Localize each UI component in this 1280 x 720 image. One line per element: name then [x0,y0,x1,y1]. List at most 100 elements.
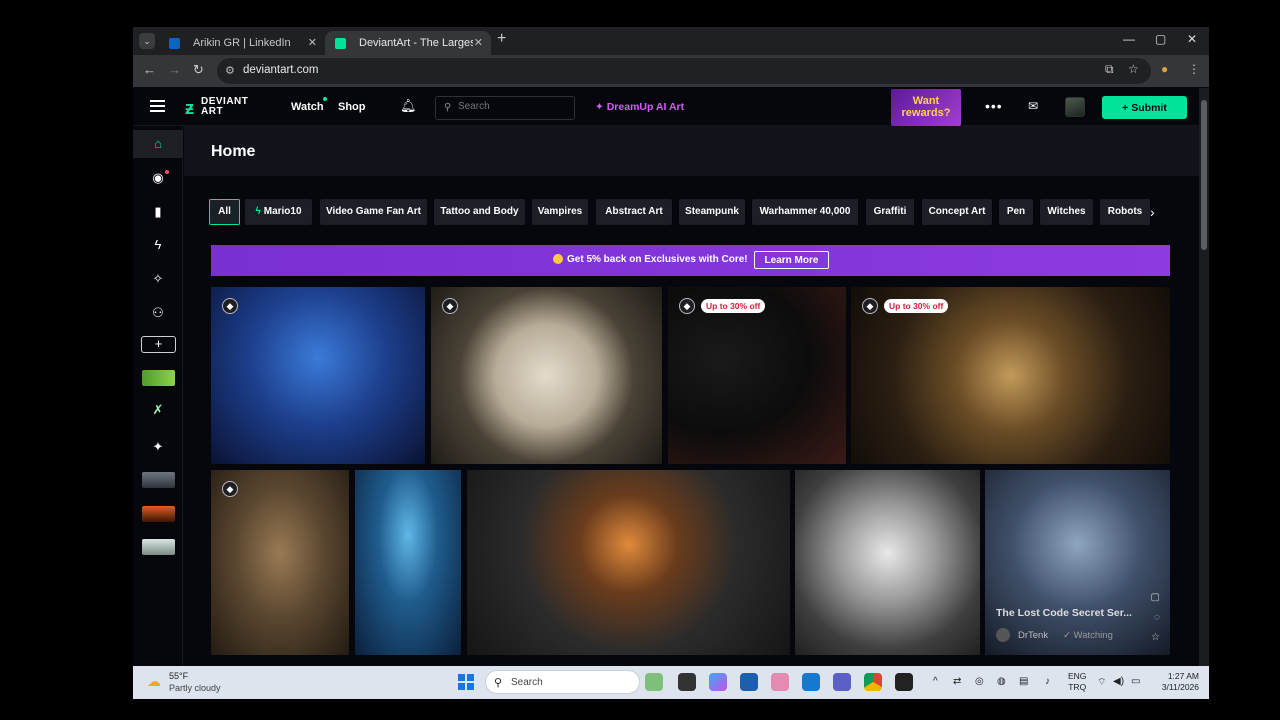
groups-icon[interactable]: ⚇ [133,299,183,327]
tab-linkedin[interactable]: Arikin GR | LinkedIn ✕ [159,31,325,55]
mail-icon[interactable]: ✉ [1028,99,1038,113]
artwork-featured[interactable]: The Lost Code Secret Ser... DrTenk ✓ Wat… [985,470,1170,655]
shop-link[interactable]: Shop [338,101,366,113]
artwork-thumb[interactable]: ◆ [431,287,662,464]
tab-search-button[interactable]: ⌄ [139,33,155,49]
favorite-star-icon[interactable]: ☆ [1151,632,1160,643]
artwork-thumb[interactable]: ◆ Up to 30% off [668,287,846,464]
clock[interactable]: 1:27 AM 3/11/2026 [1161,671,1199,693]
bolt-icon[interactable]: ϟ [133,231,183,259]
reload-icon[interactable]: ↻ [193,62,204,78]
chip-pen[interactable]: Pen [999,199,1033,225]
search-field[interactable]: ⚲ [435,96,575,120]
close-tab-icon[interactable]: ✕ [308,31,317,55]
watch-link[interactable]: Watch [291,101,324,113]
eye-icon[interactable]: ◉ [133,164,183,192]
chip-abstract-art[interactable]: Abstract Art [596,199,672,225]
chip-concept-art[interactable]: Concept Art [922,199,992,225]
artwork-thumb[interactable]: ◆ Up to 30% off [851,287,1170,464]
add-group-button[interactable]: + [141,336,176,353]
search-input[interactable] [458,101,568,112]
language-indicator[interactable]: ENG TRQ [1068,671,1086,693]
artwork-thumb[interactable] [467,470,790,655]
artwork-thumb[interactable] [795,470,980,655]
chevron-up-icon[interactable]: ^ [933,676,938,687]
submit-button[interactable]: + Submit [1102,96,1187,119]
chip-tattoo-and-body[interactable]: Tattoo and Body [434,199,525,225]
chip-graffiti[interactable]: Graffiti [866,199,914,225]
taskbar-search[interactable]: ⚲ Search [485,670,640,694]
chip-video-game-fan-art[interactable]: Video Game Fan Art [320,199,427,225]
teams-icon[interactable] [833,673,851,691]
maximize-button[interactable]: ▢ [1155,32,1166,46]
wifi-icon[interactable]: ⌔ [1097,676,1106,689]
chip-warhammer[interactable]: Warhammer 40,000 [752,199,858,225]
tray-icon[interactable]: ⇄ [953,676,961,687]
chrome-icon[interactable] [864,673,882,691]
hamburger-menu-icon[interactable] [150,100,165,112]
tray-icon[interactable]: ◎ [975,676,984,687]
back-icon[interactable]: ← [143,62,156,77]
mic-icon[interactable]: ♪ [1045,676,1050,687]
install-icon[interactable]: ⧉ [1105,62,1114,77]
task-view-icon[interactable] [678,673,696,691]
user-avatar[interactable] [1065,97,1085,117]
comment-icon[interactable]: ▢ [1151,592,1160,603]
bookmark-star-icon[interactable]: ☆ [1128,62,1139,76]
reply-icon[interactable]: ◌ [1154,612,1160,623]
author-avatar[interactable] [996,628,1010,642]
bell-icon[interactable]: 🔔︎ [400,98,417,114]
chevron-right-icon[interactable]: › [1150,204,1155,220]
artwork-thumb[interactable]: ◆ [211,470,349,655]
widgets-icon[interactable] [645,673,663,691]
bookmark-icon[interactable]: ▮ [133,198,183,226]
tab-deviantart[interactable]: DeviantArt - The Largest Online ✕ [325,31,491,55]
profile-icon[interactable]: ● [1161,62,1168,76]
new-tab-button[interactable]: + [497,30,506,48]
group-thumb[interactable] [142,539,175,555]
scroll-thumb[interactable] [1201,100,1207,250]
battery-icon[interactable]: ▭ [1131,676,1140,687]
outlook-icon[interactable] [802,673,820,691]
weather-icon[interactable]: ☁ [147,673,161,690]
dreamup-link[interactable]: ✦ DreamUp AI Art [595,101,684,113]
group-thumb[interactable] [142,506,175,522]
chip-all[interactable]: All [209,199,240,225]
group-thumb[interactable] [142,472,175,488]
chip-steampunk[interactable]: Steampunk [679,199,745,225]
weather-temp[interactable]: 55°F [169,671,188,681]
learn-more-button[interactable]: Learn More [754,251,829,269]
menu-icon[interactable]: ⋮ [1188,62,1200,76]
close-tab-icon[interactable]: ✕ [474,31,483,55]
deviantart-logo-icon[interactable]: ƶ [185,98,194,119]
dreamup-app-icon[interactable]: ✗ [133,396,183,424]
chip-vampires[interactable]: Vampires [532,199,588,225]
tray-icon[interactable]: ◍ [997,676,1006,687]
minimize-button[interactable]: — [1123,32,1135,46]
forward-icon[interactable]: → [168,62,181,77]
address-bar[interactable]: ⚙ deviantart.com [217,58,1151,84]
chip-robots[interactable]: Robots [1100,199,1150,225]
artwork-author[interactable]: DrTenk [1018,630,1048,641]
artwork-thumb[interactable] [355,470,461,655]
more-icon[interactable]: ••• [985,98,1003,114]
artwork-thumb[interactable]: ◆ [211,287,425,464]
tray-icon[interactable]: ▤ [1019,676,1028,687]
deviantart-logo[interactable]: DEVIANT ART [201,97,248,117]
group-thumb[interactable] [142,370,175,386]
artwork-title[interactable]: The Lost Code Secret Ser... [996,607,1132,619]
rewards-banner[interactable]: Want rewards? [891,89,961,126]
sparkle-icon[interactable]: ✦ [133,433,183,461]
app-icon[interactable] [771,673,789,691]
copilot-icon[interactable] [709,673,727,691]
chip-witches[interactable]: Witches [1040,199,1093,225]
dreamup-icon[interactable]: ✧ [133,265,183,293]
home-icon[interactable]: ⌂ [133,130,183,158]
chip-mario10[interactable]: ϟ Mario10 [245,199,312,225]
app-icon[interactable] [895,673,913,691]
store-icon[interactable] [740,673,758,691]
close-window-button[interactable]: ✕ [1187,32,1197,46]
start-icon[interactable] [458,674,474,690]
site-info-icon[interactable]: ⚙ [225,64,235,77]
weather-desc[interactable]: Partly cloudy [169,683,221,693]
